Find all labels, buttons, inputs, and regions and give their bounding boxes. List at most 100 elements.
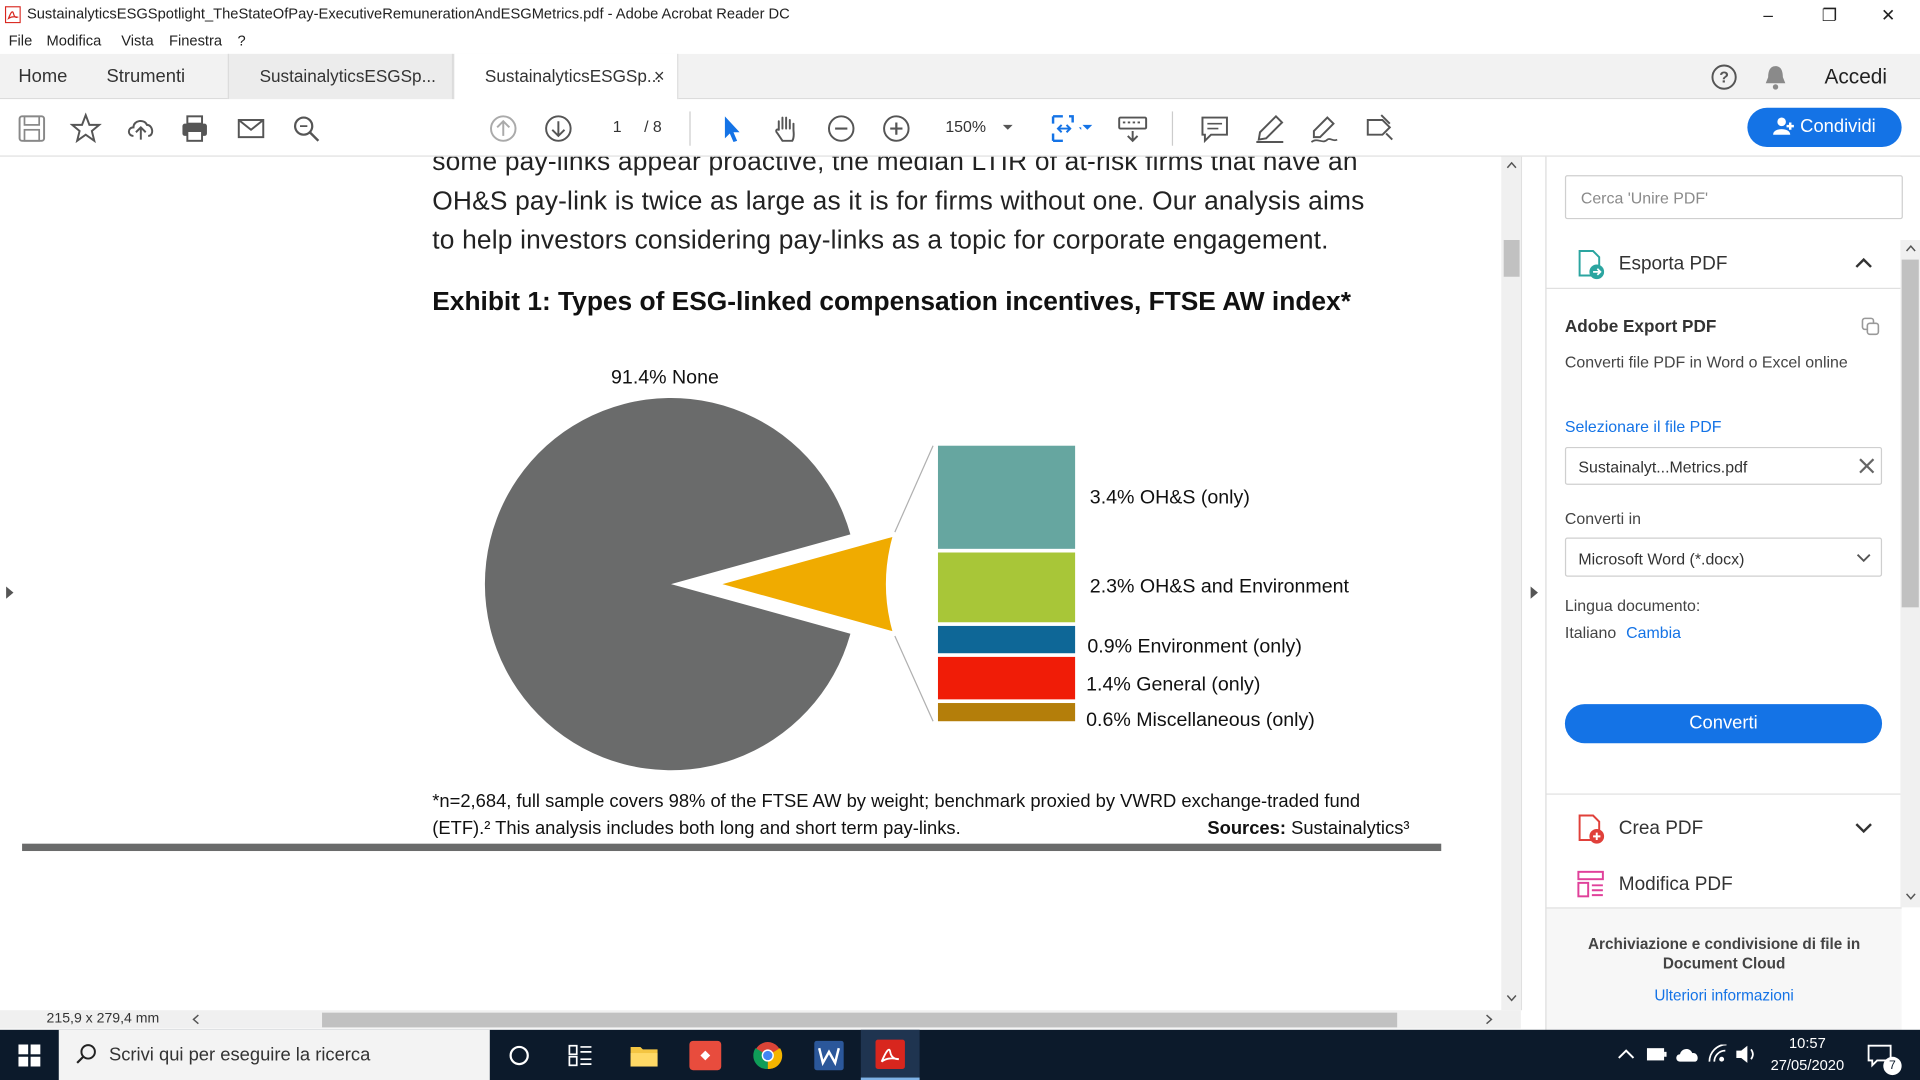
chrome-icon[interactable] (753, 1041, 783, 1070)
acrobat-icon (875, 1039, 905, 1069)
wifi-icon[interactable] (1707, 1044, 1729, 1064)
menu-finestra[interactable]: Finestra (169, 32, 222, 49)
page-size: 215,9 x 279,4 mm (46, 1011, 160, 1027)
edit-pdf-title[interactable]: Modifica PDF (1619, 874, 1733, 896)
minimize-button[interactable]: – (1740, 0, 1796, 29)
onedrive-icon[interactable] (1675, 1046, 1699, 1063)
change-language-link[interactable]: Cambia (1626, 623, 1681, 641)
label-general-only: 1.4% General (only) (1086, 674, 1261, 696)
panel-search-input[interactable]: Cerca 'Unire PDF' (1564, 175, 1903, 220)
tab-document-2[interactable]: SustainalyticsESGSp... (453, 53, 679, 101)
connector-line-bottom (894, 635, 934, 722)
keyboard-icon[interactable] (1117, 113, 1149, 145)
taskbar-search[interactable]: Scrivi qui per eseguire la ricerca (58, 1029, 490, 1080)
convert-button[interactable]: Converti (1564, 704, 1883, 744)
comment-icon[interactable] (1199, 113, 1231, 145)
help-icon[interactable]: ? (1711, 64, 1738, 91)
page-down-icon[interactable] (542, 113, 574, 145)
volume-icon[interactable] (1735, 1044, 1757, 1064)
fit-dropdown-icon[interactable] (1082, 124, 1093, 131)
horizontal-scroll-thumb[interactable] (322, 1012, 1398, 1028)
panel-scroll-down-icon[interactable] (1905, 893, 1916, 900)
save-icon[interactable] (16, 113, 48, 145)
menu-file[interactable]: File (9, 32, 33, 49)
menu-help[interactable]: ? (238, 32, 246, 49)
file-explorer-icon[interactable] (629, 1043, 658, 1067)
tab-close-icon[interactable]: × (654, 66, 665, 87)
collapse-section-icon[interactable] (1855, 257, 1872, 268)
tab-document-1[interactable]: SustainalyticsESGSp... (227, 53, 454, 100)
tab-home[interactable]: Home (18, 54, 67, 99)
right-panel-toggle[interactable] (1520, 156, 1546, 1011)
adobe-export-description: Converti file PDF in Word o Excel online (1564, 352, 1848, 372)
task-view-icon[interactable] (568, 1044, 592, 1067)
hand-tool-icon[interactable] (770, 113, 802, 145)
panel-scroll-thumb[interactable] (1901, 259, 1919, 608)
clock-date[interactable]: 27/05/2020 (1765, 1057, 1851, 1074)
share-button[interactable]: Condividi (1747, 107, 1902, 147)
notification-count-badge: 7 (1883, 1056, 1902, 1076)
scroll-down-icon[interactable] (1506, 994, 1517, 1002)
scroll-up-icon[interactable] (1506, 161, 1517, 169)
panel-divider-2 (1546, 793, 1902, 795)
email-icon[interactable] (235, 113, 267, 145)
menu-modifica[interactable]: Modifica (47, 32, 102, 49)
tab-bar: Home Strumenti SustainalyticsESGSp... Su… (0, 53, 1920, 101)
bar-segment-4 (937, 656, 1076, 700)
remove-file-icon[interactable] (1859, 458, 1875, 474)
document-scroll-thumb[interactable] (1503, 240, 1520, 277)
close-window-button[interactable]: ✕ (1860, 0, 1916, 29)
highlight-pen-icon[interactable] (1254, 113, 1286, 145)
search-icon[interactable] (290, 113, 322, 145)
zoom-value[interactable]: 150% (945, 118, 986, 136)
star-icon[interactable] (69, 112, 102, 145)
sources-note: Sources: Sustainalytics³ (1207, 818, 1409, 839)
more-info-link[interactable]: Ulteriori informazioni (1547, 987, 1902, 1004)
document-vertical-scrollbar[interactable] (1501, 156, 1521, 1011)
tab-document-2-label: SustainalyticsESGSp... (484, 66, 662, 86)
tab-strumenti[interactable]: Strumenti (107, 54, 186, 99)
select-file-link[interactable]: Selezionare il file PDF (1565, 418, 1722, 436)
print-icon[interactable] (179, 113, 211, 145)
windows-start-icon[interactable] (18, 1044, 41, 1067)
restore-button[interactable]: ❐ (1801, 0, 1857, 29)
cortana-icon[interactable] (508, 1044, 530, 1066)
bar-segment-2 (937, 552, 1076, 623)
signin-link[interactable]: Accedi (1825, 65, 1887, 89)
selected-file-field[interactable]: Sustainalyt...Metrics.pdf (1564, 446, 1883, 485)
tray-chevron-icon[interactable] (1618, 1048, 1635, 1060)
select-cursor-icon[interactable] (716, 113, 748, 145)
upload-cloud-icon[interactable] (125, 113, 157, 145)
share-edit-icon[interactable] (1363, 113, 1395, 145)
bell-icon[interactable] (1763, 64, 1787, 91)
format-select[interactable]: Microsoft Word (*.docx) (1564, 537, 1883, 577)
zoom-dropdown-icon[interactable] (1002, 124, 1014, 131)
panel-scroll-up-icon[interactable] (1905, 245, 1916, 252)
scroll-right-icon[interactable] (1485, 1014, 1493, 1025)
export-pdf-icon (1578, 250, 1605, 280)
scroll-left-icon[interactable] (192, 1014, 199, 1025)
create-pdf-title[interactable]: Crea PDF (1619, 818, 1703, 840)
svg-text:?: ? (1719, 70, 1729, 87)
zoom-in-icon[interactable] (880, 113, 912, 145)
collapse-right-icon[interactable] (1529, 585, 1539, 600)
label-ohs-environment: 2.3% OH&S and Environment (1089, 576, 1349, 598)
page-number-input[interactable]: 1 (596, 114, 638, 141)
copy-icon[interactable] (1861, 317, 1881, 336)
tools-panel: Cerca 'Unire PDF' Esporta PDF Adobe Expo… (1545, 156, 1903, 1030)
expand-left-icon[interactable] (5, 585, 15, 600)
zoom-out-icon[interactable] (825, 113, 857, 145)
adobe-export-title: Adobe Export PDF (1564, 315, 1717, 336)
expand-create-icon[interactable] (1855, 823, 1872, 834)
left-panel-toggle[interactable] (0, 156, 23, 1011)
fit-page-icon[interactable] (1049, 113, 1087, 145)
acrobat-taskbar-button[interactable] (860, 1029, 920, 1080)
clock-time[interactable]: 10:57 (1772, 1035, 1843, 1052)
sign-icon[interactable] (1308, 113, 1340, 145)
anydesk-icon[interactable] (689, 1040, 722, 1071)
export-pdf-title[interactable]: Esporta PDF (1619, 253, 1728, 275)
word-icon[interactable] (814, 1040, 844, 1071)
menu-vista[interactable]: Vista (121, 32, 153, 49)
page-up-icon[interactable] (487, 113, 519, 145)
battery-icon[interactable] (1646, 1047, 1668, 1062)
